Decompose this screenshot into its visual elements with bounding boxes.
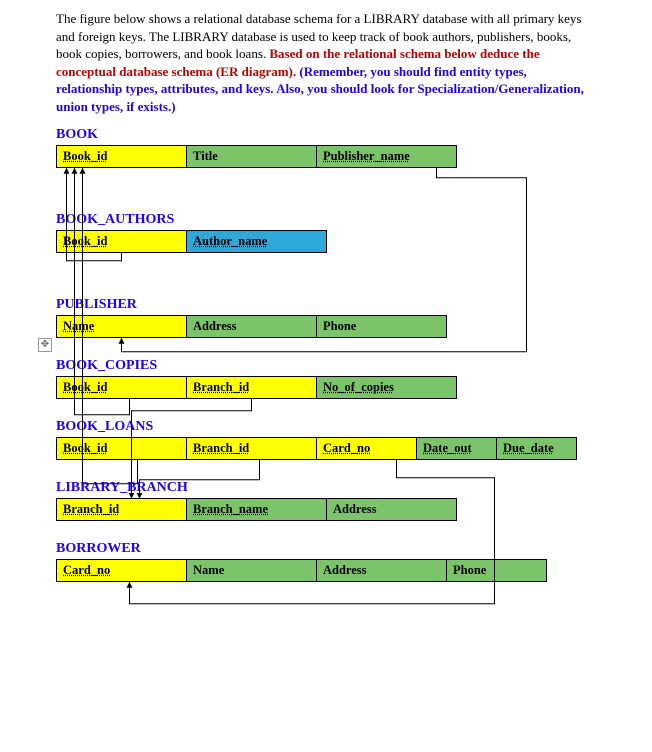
column-library_branch-0: Branch_id <box>57 499 187 521</box>
schema-table: Book_idBranch_idCard_noDate_outDue_date <box>56 437 577 460</box>
column-book_loans-2: Card_no <box>317 438 417 460</box>
table-title: BOOK_AUTHORS <box>56 212 596 228</box>
column-book-1: Title <box>187 146 317 168</box>
column-borrower-2: Address <box>317 560 447 582</box>
table-book-authors: BOOK_AUTHORS Book_idAuthor_name <box>56 212 596 253</box>
column-book_copies-0: Book_id <box>57 377 187 399</box>
column-book-0: Book_id <box>57 146 187 168</box>
column-borrower-0: Card_no <box>57 560 187 582</box>
column-library_branch-2: Address <box>327 499 457 521</box>
intro-paragraph: The figure below shows a relational data… <box>56 10 596 115</box>
column-publisher-1: Address <box>187 316 317 338</box>
table-publisher: PUBLISHER NameAddressPhone <box>56 297 596 338</box>
column-book_loans-0: Book_id <box>57 438 187 460</box>
column-book_copies-1: Branch_id <box>187 377 317 399</box>
table-title: PUBLISHER <box>56 297 596 313</box>
table-book-loans: BOOK_LOANS Book_idBranch_idCard_noDate_o… <box>56 419 596 460</box>
schema-table: Book_idBranch_idNo_of_copies <box>56 376 457 399</box>
table-title: BORROWER <box>56 541 596 557</box>
table-borrower: BORROWER Card_noNameAddressPhone <box>56 541 596 582</box>
schema-table: NameAddressPhone <box>56 315 447 338</box>
table-book: BOOK Book_idTitlePublisher_name <box>56 127 596 168</box>
column-publisher-2: Phone <box>317 316 447 338</box>
table-library-branch: LIBRARY_BRANCH Branch_idBranch_nameAddre… <box>56 480 596 521</box>
column-book_copies-2: No_of_copies <box>317 377 457 399</box>
table-title: LIBRARY_BRANCH <box>56 480 596 496</box>
table-title: BOOK <box>56 127 596 143</box>
column-book_loans-1: Branch_id <box>187 438 317 460</box>
column-book_authors-1: Author_name <box>187 231 327 253</box>
column-book-2: Publisher_name <box>317 146 457 168</box>
column-borrower-3: Phone <box>447 560 547 582</box>
column-book_loans-3: Date_out <box>417 438 497 460</box>
move-handle-icon: ✥ <box>38 338 52 352</box>
column-book_loans-4: Due_date <box>497 438 577 460</box>
column-borrower-1: Name <box>187 560 317 582</box>
table-book-copies: BOOK_COPIES Book_idBranch_idNo_of_copies <box>56 358 596 399</box>
schema-table: Book_idTitlePublisher_name <box>56 145 457 168</box>
table-title: BOOK_LOANS <box>56 419 596 435</box>
column-book_authors-0: Book_id <box>57 231 187 253</box>
column-library_branch-1: Branch_name <box>187 499 327 521</box>
table-title: BOOK_COPIES <box>56 358 596 374</box>
column-publisher-0: Name <box>57 316 187 338</box>
schema-table: Card_noNameAddressPhone <box>56 559 547 582</box>
schema-table: Book_idAuthor_name <box>56 230 327 253</box>
schema-table: Branch_idBranch_nameAddress <box>56 498 457 521</box>
